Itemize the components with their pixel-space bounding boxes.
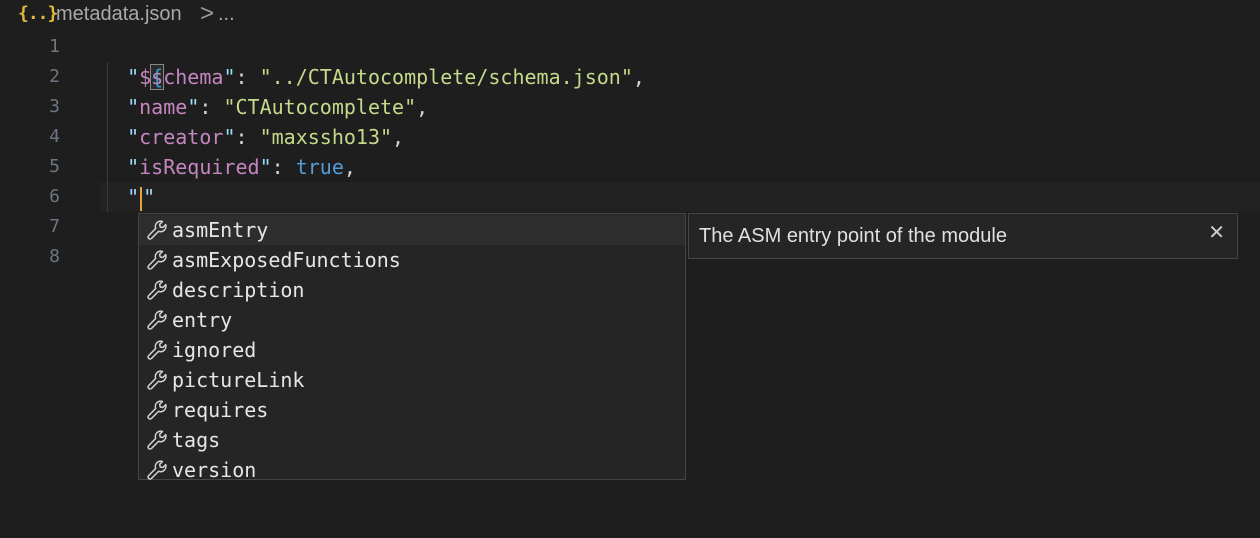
- line-number: 3: [49, 96, 60, 117]
- current-line-highlight: [100, 182, 1260, 212]
- code-line-6[interactable]: " ": [103, 182, 155, 212]
- suggestion-item[interactable]: asmEntry: [139, 215, 685, 245]
- code-line-2[interactable]: "$schema": "../CTAutocomplete/schema.jso…: [103, 62, 645, 92]
- json-string-value: CTAutocomplete: [235, 95, 405, 119]
- close-icon[interactable]: ✕: [1208, 220, 1225, 244]
- chevron-right-icon: >: [200, 0, 215, 27]
- suggestion-item[interactable]: pictureLink: [139, 365, 685, 395]
- wrench-icon: [144, 367, 170, 393]
- wrench-icon: [144, 397, 170, 423]
- suggestion-label: tags: [172, 428, 221, 452]
- suggestion-item[interactable]: asmExposedFunctions: [139, 245, 685, 275]
- suggestion-item[interactable]: entry: [139, 305, 685, 335]
- suggestion-item[interactable]: tags: [139, 425, 685, 455]
- suggestion-label: pictureLink: [172, 368, 305, 392]
- code-line-3[interactable]: "name": "CTAutocomplete",: [103, 92, 428, 122]
- code-line-5[interactable]: "isRequired": true,: [103, 152, 356, 182]
- suggestion-label: description: [172, 278, 305, 302]
- json-key: creator: [139, 125, 224, 149]
- wrench-icon: [144, 307, 170, 333]
- line-number: 4: [49, 126, 60, 147]
- line-number: 2: [49, 66, 60, 87]
- wrench-icon: [144, 277, 170, 303]
- json-boolean-value: true: [295, 155, 344, 179]
- suggestion-item[interactable]: requires: [139, 395, 685, 425]
- breadcrumb-file[interactable]: metadata.json: [56, 3, 182, 26]
- wrench-icon: [144, 427, 170, 453]
- suggestion-details-panel: The ASM entry point of the module ✕: [688, 213, 1238, 259]
- line-number: 7: [49, 216, 60, 237]
- breadcrumb: {..} metadata.json > ...: [0, 0, 1260, 30]
- code-line-4[interactable]: "creator": "maxssho13",: [103, 122, 404, 152]
- autocomplete-suggest-widget[interactable]: asmEntry asmExposedFunctions description en…: [138, 213, 686, 482]
- code-line-1[interactable]: {: [103, 32, 165, 90]
- text-cursor: [140, 186, 143, 211]
- wrench-icon: [144, 247, 170, 273]
- wrench-icon: [144, 337, 170, 363]
- suggestion-label: entry: [172, 308, 233, 332]
- suggestion-item[interactable]: version: [139, 455, 685, 485]
- line-number: 1: [49, 36, 60, 57]
- json-string-value: maxssho13: [271, 125, 380, 149]
- json-key: name: [139, 95, 188, 119]
- json-key: $schema: [139, 65, 224, 89]
- wrench-icon: [144, 217, 170, 243]
- breadcrumb-more[interactable]: ...: [218, 3, 235, 26]
- wrench-icon: [144, 457, 170, 483]
- suggestion-label: version: [172, 458, 257, 482]
- suggestion-item[interactable]: ignored: [139, 335, 685, 365]
- suggestion-label: requires: [172, 398, 269, 422]
- json-key: isRequired: [139, 155, 260, 179]
- line-number: 5: [49, 156, 60, 177]
- suggestion-label: ignored: [172, 338, 257, 362]
- json-file-icon: {..}: [18, 3, 58, 24]
- line-number: 6: [49, 186, 60, 207]
- suggestion-description: The ASM entry point of the module: [699, 225, 1007, 247]
- suggestion-label: asmExposedFunctions: [172, 248, 401, 272]
- suggestion-label: asmEntry: [172, 218, 269, 242]
- line-number: 8: [49, 246, 60, 267]
- json-string-value: ../CTAutocomplete/schema.json: [271, 65, 621, 89]
- suggestion-item[interactable]: description: [139, 275, 685, 305]
